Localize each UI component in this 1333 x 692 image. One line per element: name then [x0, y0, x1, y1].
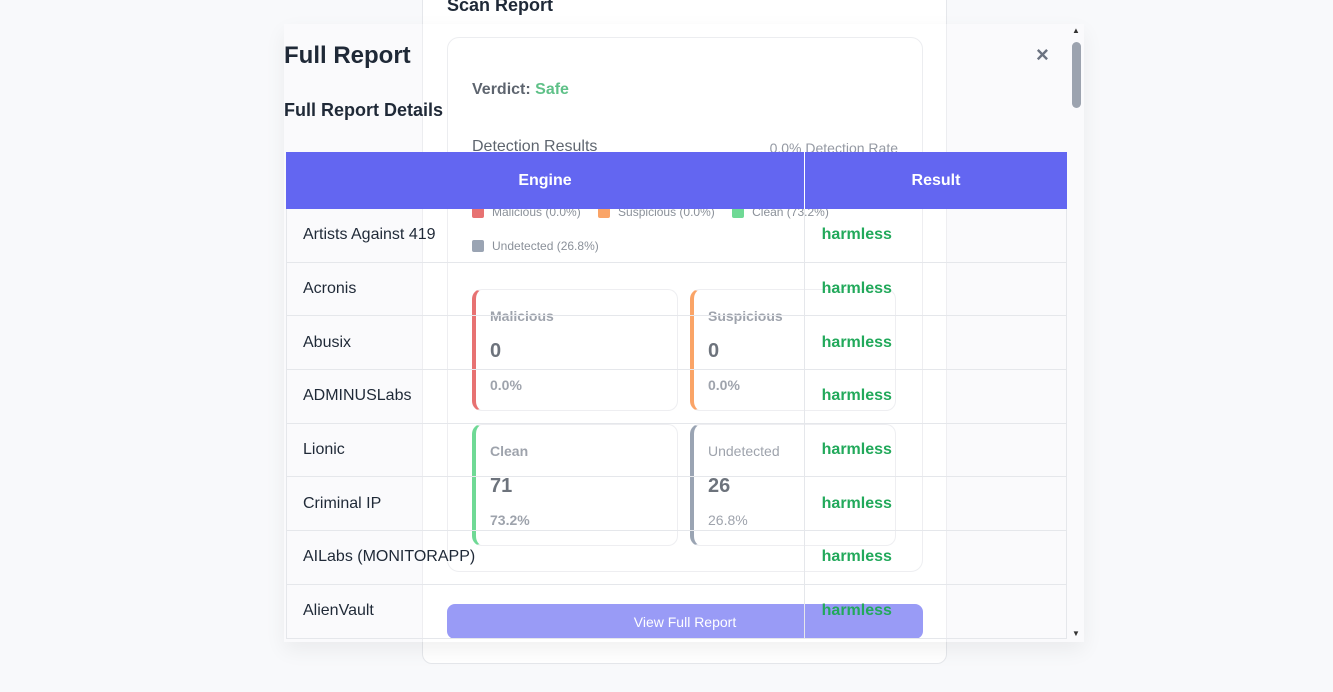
column-header-result: Result [911, 171, 961, 189]
column-header-engine: Engine [286, 152, 805, 209]
result-cell: harmless [821, 333, 892, 351]
modal-scrollbar[interactable]: ▲ ▼ [1069, 24, 1083, 642]
result-cell: harmless [821, 548, 892, 566]
engine-cell: Criminal IP [287, 477, 805, 531]
result-cell: harmless [821, 441, 892, 459]
close-icon[interactable]: × [1036, 42, 1049, 68]
result-cell: harmless [821, 387, 892, 405]
full-report-modal: Full Report Full Report Details × Engine… [284, 24, 1084, 642]
engine-cell: AlienVault [287, 584, 805, 638]
engine-results-table: Engine Result Artists Against 419 harmles… [286, 152, 1067, 639]
engine-cell: Acronis [287, 262, 805, 316]
engine-cell: ADMINUSLabs [287, 370, 805, 423]
engine-cell: Abusix [287, 316, 805, 370]
modal-subtitle: Full Report Details [284, 100, 444, 120]
modal-title: Full Report [284, 42, 411, 69]
table-row: AILabs (MONITORAPP) harmless [286, 531, 1067, 585]
engine-cell: Lionic [287, 423, 805, 477]
table-row: AlienVault harmless [286, 584, 1067, 639]
scroll-up-arrow-icon[interactable]: ▲ [1072, 26, 1080, 35]
result-cell: harmless [821, 602, 892, 620]
scroll-thumb[interactable] [1072, 42, 1081, 108]
table-row: Criminal IP harmless [286, 477, 1067, 532]
result-cell: harmless [821, 280, 892, 298]
scan-report-title: Scan Report [447, 0, 554, 15]
table-row: Lionic harmless [286, 423, 1067, 478]
table-row: Artists Against 419 harmless [286, 209, 1067, 263]
table-row: Acronis harmless [286, 262, 1067, 317]
table-header: Engine Result [286, 152, 1067, 209]
engine-cell: AILabs (MONITORAPP) [287, 531, 805, 584]
result-cell: harmless [821, 494, 892, 512]
scroll-down-arrow-icon[interactable]: ▼ [1072, 629, 1080, 638]
table-row: Abusix harmless [286, 316, 1067, 371]
engine-cell: Artists Against 419 [287, 209, 805, 262]
result-cell: harmless [821, 226, 892, 244]
table-row: ADMINUSLabs harmless [286, 370, 1067, 424]
